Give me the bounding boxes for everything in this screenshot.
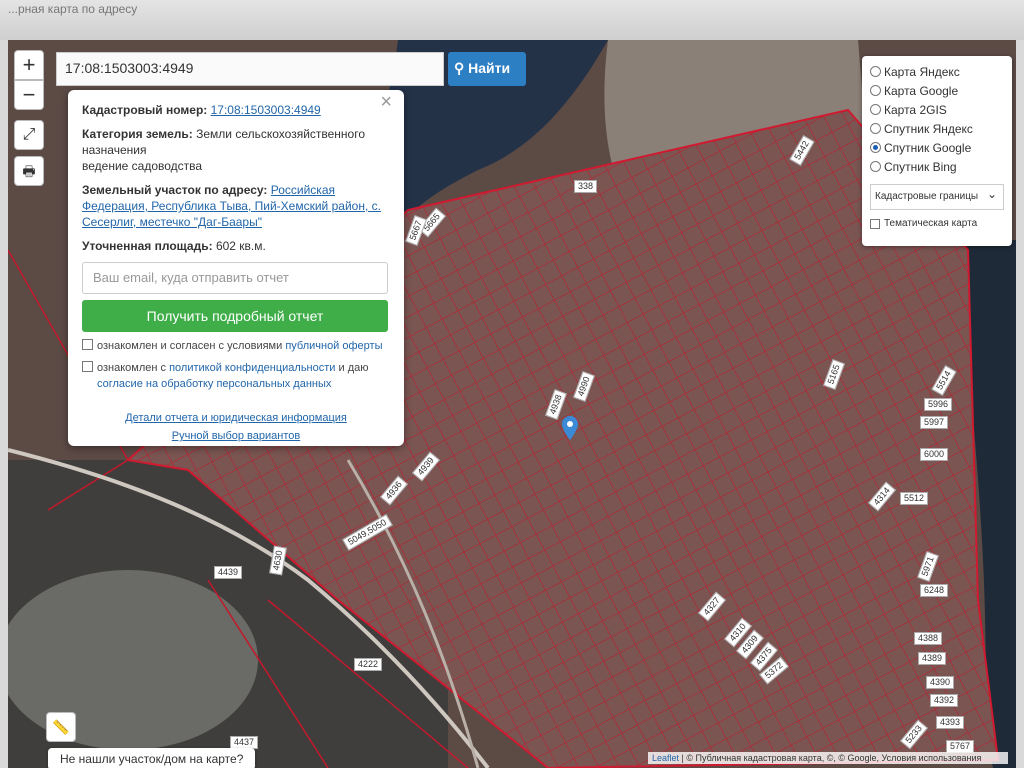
radio-icon[interactable]	[870, 123, 881, 134]
parcel-label[interactable]: 4390	[926, 676, 955, 689]
layers-panel: Карта Яндекс Карта Google Карта 2GIS Спу…	[862, 56, 1012, 246]
manual-choice-link[interactable]: Ручной выбор вариантов	[172, 430, 300, 442]
leaflet-link[interactable]: Leaflet	[652, 753, 679, 763]
parcel-label[interactable]: 4393	[936, 716, 965, 729]
parcel-label[interactable]: 4392	[930, 694, 959, 707]
radio-icon[interactable]	[870, 104, 881, 115]
search-button-label: Найти	[468, 60, 511, 76]
parcel-label[interactable]: 4388	[914, 632, 943, 645]
get-report-button[interactable]: Получить подробный отчет	[82, 300, 388, 332]
zoom-out-button[interactable]: −	[14, 80, 44, 110]
land-use-value: ведение садоводства	[82, 159, 203, 173]
layer-option-bing-satellite[interactable]: Спутник Bing	[870, 157, 1004, 176]
attribution-text: | © Публичная кадастровая карта, ©, © Go…	[679, 753, 982, 763]
radio-icon[interactable]	[870, 85, 881, 96]
layer-option-label: Спутник Google	[884, 140, 972, 155]
offer-consent-checkbox-row[interactable]: ознакомлен и согласен с условиями публич…	[82, 338, 390, 354]
search-button[interactable]: ⚲ Найти	[448, 52, 526, 86]
privacy-policy-link[interactable]: политикой конфиденциальности	[169, 362, 335, 374]
layer-option-yandex-map[interactable]: Карта Яндекс	[870, 62, 1004, 81]
layer-option-label: Карта 2GIS	[884, 102, 947, 117]
privacy-consent-checkbox[interactable]	[82, 361, 93, 372]
parcel-label[interactable]: 5512	[900, 492, 929, 505]
layer-option-google-satellite[interactable]: Спутник Google	[870, 138, 1004, 157]
layer-option-label: Спутник Bing	[884, 159, 957, 174]
cadastral-number-label: Кадастровый номер:	[82, 103, 208, 117]
thematic-map-checkbox[interactable]	[870, 218, 880, 229]
overlay-select[interactable]: Кадастровые границы	[870, 184, 1004, 210]
report-details-link[interactable]: Детали отчета и юридическая информация	[125, 412, 347, 424]
address-label: Земельный участок по адресу:	[82, 183, 268, 197]
print-icon[interactable]: 🖶	[14, 156, 44, 186]
area-label: Уточненная площадь:	[82, 239, 213, 253]
parcel-label[interactable]: 4439	[214, 566, 243, 579]
land-category-row: Категория земель: Земли сельскохозяйстве…	[82, 126, 390, 174]
public-offer-link[interactable]: публичной оферты	[285, 340, 382, 352]
layer-option-label: Спутник Яндекс	[884, 121, 973, 136]
search-input[interactable]: 17:08:1503003:4949	[56, 52, 444, 86]
parcel-info-panel: × Кадастровый номер: 17:08:1503003:4949 …	[68, 90, 404, 446]
parcel-label[interactable]: 4389	[918, 652, 947, 665]
parcel-label[interactable]: 4222	[354, 658, 383, 671]
parcel-label[interactable]: 338	[574, 180, 598, 193]
parcel-label[interactable]: 5997	[920, 416, 949, 429]
layer-option-2gis-map[interactable]: Карта 2GIS	[870, 100, 1004, 119]
area-row: Уточненная площадь: 602 кв.м.	[82, 238, 390, 254]
browser-top-strip: ...рная карта по адресу	[0, 0, 1024, 40]
radio-icon[interactable]	[870, 66, 881, 77]
data-processing-link[interactable]: согласие на обработку персональных данны…	[97, 378, 331, 390]
parcel-label[interactable]: 5996	[924, 398, 953, 411]
map-attribution: Leaflet | © Публичная кадастровая карта,…	[648, 752, 1008, 764]
radio-selected-icon[interactable]	[870, 142, 881, 153]
layer-option-label: Карта Google	[884, 83, 959, 98]
layer-option-label: Карта Яндекс	[884, 64, 960, 79]
privacy-consent-text: ознакомлен с	[97, 362, 170, 374]
land-category-label: Категория земель:	[82, 127, 193, 141]
location-marker-icon[interactable]	[562, 416, 578, 440]
ruler-icon[interactable]: 📏	[46, 712, 76, 742]
cadastral-number-row: Кадастровый номер: 17:08:1503003:4949	[82, 102, 390, 118]
map-canvas[interactable]: + − ⤢ 🖶 📏 17:08:1503003:4949 ⚲ Найти 338…	[8, 40, 1016, 768]
thematic-map-label: Тематическая карта	[884, 218, 978, 229]
close-icon[interactable]: ×	[380, 92, 392, 112]
parcel-label[interactable]: 6000	[920, 448, 949, 461]
offer-consent-checkbox[interactable]	[82, 339, 93, 350]
privacy-consent-checkbox-row[interactable]: ознакомлен с политикой конфиденциальност…	[82, 360, 390, 392]
email-field[interactable]: Ваш email, куда отправить отчет	[82, 262, 388, 294]
zoom-in-button[interactable]: +	[14, 50, 44, 80]
search-icon: ⚲	[454, 60, 465, 76]
address-row: Земельный участок по адресу: Российская …	[82, 182, 390, 230]
area-value: 602 кв.м.	[215, 239, 266, 253]
layer-option-yandex-satellite[interactable]: Спутник Яндекс	[870, 119, 1004, 138]
not-found-button[interactable]: Не нашли участок/дом на карте?	[48, 748, 256, 768]
parcel-label[interactable]: 6248	[920, 584, 949, 597]
privacy-consent-mid: и даю	[335, 362, 369, 374]
offer-consent-text: ознакомлен и согласен с условиями	[97, 340, 286, 352]
info-links: Детали отчета и юридическая информация Р…	[82, 410, 390, 444]
fullscreen-icon[interactable]: ⤢	[14, 120, 44, 150]
thematic-map-row[interactable]: Тематическая карта	[870, 218, 1004, 229]
radio-icon[interactable]	[870, 161, 881, 172]
browser-tab-text: ...рная карта по адресу	[8, 2, 138, 16]
cadastral-number-link[interactable]: 17:08:1503003:4949	[211, 103, 321, 117]
layer-option-google-map[interactable]: Карта Google	[870, 81, 1004, 100]
